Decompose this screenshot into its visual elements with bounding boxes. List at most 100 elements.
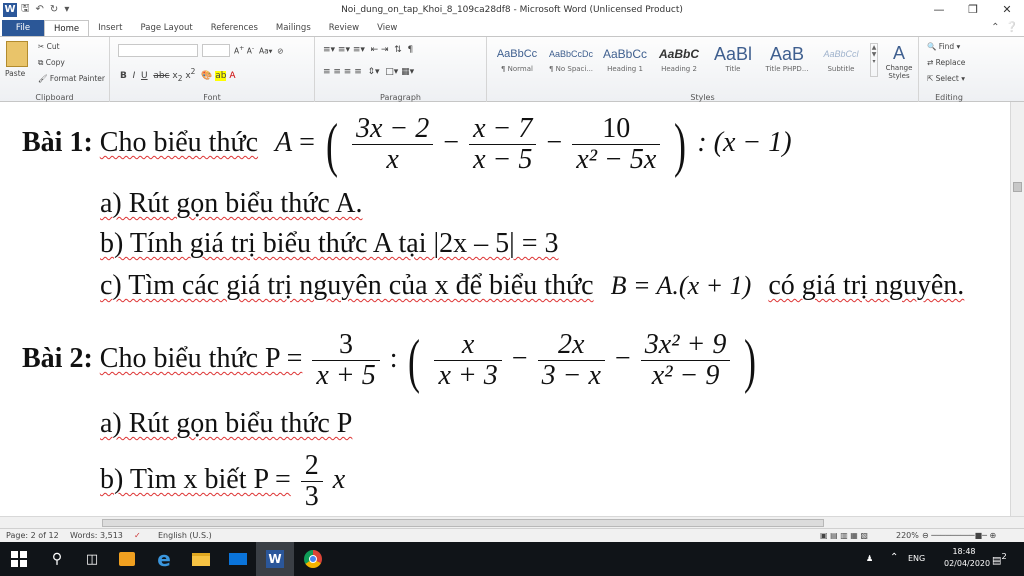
task-view-icon[interactable]: ◫ (73, 542, 111, 576)
store-icon[interactable] (108, 542, 146, 576)
language-indicator[interactable]: ENG (908, 554, 925, 563)
zoom-level[interactable]: 220% (896, 531, 919, 540)
font-size-select[interactable] (202, 44, 230, 57)
chrome-icon[interactable] (294, 542, 332, 576)
tab-page-layout[interactable]: Page Layout (132, 20, 202, 36)
style-sample: AaBbCc (496, 48, 538, 60)
fraction-b-den: 3 (300, 481, 323, 512)
format-painter-button[interactable]: 🖌 Format Painter (38, 74, 105, 83)
tab-insert[interactable]: Insert (89, 20, 131, 36)
redo-icon[interactable]: ↻ (50, 4, 58, 15)
expr-tail: : (x − 1) (697, 127, 792, 158)
change-styles-button[interactable]: A Change Styles (882, 43, 916, 80)
grow-shrink-font-buttons[interactable]: A+ A- Aa▾ ⊘ (234, 45, 283, 56)
fraction-b-num: 2 (304, 450, 319, 482)
undo-icon[interactable]: ↶ (36, 4, 44, 15)
fraction-g1: 3x + 5 (312, 330, 380, 391)
bold-italic-underline-buttons[interactable]: B I U abc x2 x2 🎨 ab A (120, 67, 236, 83)
customize-icon[interactable]: ▾ (64, 4, 69, 15)
minimize-icon[interactable]: — (922, 0, 956, 19)
windows-logo (11, 551, 27, 567)
word-icon[interactable]: W (256, 542, 294, 576)
proofing-icon[interactable]: ✓ (134, 531, 141, 540)
document-page[interactable]: Bài 1: Cho biểu thức A = ( 3x − 2x − x −… (0, 102, 1010, 516)
style-title[interactable]: AaBl Title (707, 43, 759, 77)
clock[interactable]: 18:48 02/04/2020 (944, 547, 990, 568)
minus-sign: − (511, 343, 528, 374)
paste-icon[interactable] (6, 41, 28, 67)
bai2-part-a: a) Rút gọn biểu thức P (100, 408, 353, 439)
fraction-b: 23 (300, 450, 323, 512)
tab-view[interactable]: View (368, 20, 406, 36)
fraction-1-den: x (351, 144, 434, 175)
styles-group: AaBbCc ¶ Normal AaBbCcDc ¶ No Spaci... AaB… (487, 37, 919, 103)
tray-chevron-icon[interactable]: ⌃ (890, 552, 898, 563)
fraction-g2: xx + 3 (434, 330, 502, 391)
file-explorer-icon[interactable] (182, 542, 220, 576)
fraction-2: x − 7x − 5 (469, 113, 537, 175)
tab-mailings[interactable]: Mailings (267, 20, 320, 36)
tab-references[interactable]: References (202, 20, 267, 36)
zoom-slider[interactable]: ⊖ ─────────■─ ⊕ (922, 531, 996, 540)
styles-label: Styles (690, 93, 715, 102)
restore-icon[interactable]: ❐ (956, 0, 990, 19)
copy-button[interactable]: ⧉ Copy (38, 58, 65, 68)
vertical-scrollbar[interactable] (1010, 102, 1024, 516)
bai1-part-a: a) Rút gọn biểu thức A. (100, 188, 363, 219)
style-subtitle[interactable]: AaBbCcl Subtitle (815, 43, 867, 77)
paste-button[interactable]: Paste (5, 69, 25, 78)
style-title-phpd[interactable]: AaB Title PHPD... (761, 43, 813, 77)
bai1-part-c: c) Tìm các giá trị nguyên của x để biểu … (100, 270, 964, 302)
replace-button[interactable]: ⇄ Replace (927, 58, 965, 67)
style-no-spacing[interactable]: AaBbCcDc ¶ No Spaci... (545, 43, 597, 77)
mail-icon[interactable] (219, 542, 257, 576)
tab-home[interactable]: Home (44, 20, 90, 36)
alignment-buttons[interactable]: ≡ ≡ ≡ ≡ ⇕▾ □▾ ▦▾ (323, 67, 414, 77)
help-icon[interactable]: ❔ (1006, 22, 1018, 33)
edge-icon[interactable]: e (145, 542, 183, 576)
search-icon[interactable]: ⚲ (38, 542, 76, 576)
cut-button[interactable]: ✂ Cut (38, 42, 60, 51)
close-paren: ) (674, 111, 687, 178)
bai2-line: Bài 2: Cho biểu thức P = 3x + 5 : ( xx +… (22, 324, 760, 394)
fraction-2-num: x − 7 (473, 113, 533, 145)
page-count[interactable]: Page: 2 of 12 (6, 531, 59, 540)
list-buttons[interactable]: ≡▾ ≡▾ ≡▾ ⇤ ⇥ ⇅ ¶ (323, 45, 413, 55)
styles-scroll-icon[interactable]: ▲ ▼ ▾ (870, 43, 878, 77)
word-count[interactable]: Words: 3,513 (70, 531, 123, 540)
close-icon[interactable]: ✕ (990, 0, 1024, 19)
bai1-line: Bài 1: Cho biểu thức A = ( 3x − 2x − x −… (22, 108, 792, 178)
language-status[interactable]: English (U.S.) (158, 531, 212, 540)
tab-review[interactable]: Review (320, 20, 368, 36)
clipboard-group: Paste ✂ Cut ⧉ Copy 🖌 Format Painter Clip… (0, 37, 110, 103)
bai1-part-c-pre: c) Tìm các giá trị nguyên của x để biểu … (100, 270, 594, 301)
word-app-icon[interactable]: W (3, 2, 17, 17)
vertical-scroll-thumb[interactable] (1013, 182, 1022, 192)
horizontal-scrollbar[interactable] (0, 516, 1024, 528)
notification-icon[interactable]: ▤2 (992, 551, 1007, 566)
style-name: Title PHPD... (765, 65, 809, 73)
style-heading-1[interactable]: AaBbCc Heading 1 (599, 43, 651, 77)
fraction-2-den: x − 5 (469, 144, 537, 175)
title-bar: W 🖫 ↶ ↻ ▾ Noi_dung_on_tap_Khoi_8_109ca28… (0, 0, 1024, 19)
style-heading-2[interactable]: AaBbC Heading 2 (653, 43, 705, 77)
windows-start-icon[interactable] (0, 542, 38, 576)
minus-sign: − (546, 127, 563, 158)
window-title: Noi_dung_on_tap_Khoi_8_109ca28df8 - Micr… (341, 4, 683, 15)
minus-sign: − (614, 343, 631, 374)
minimize-ribbon-icon[interactable]: ⌃ (991, 22, 999, 33)
fraction-3-num: 10 (602, 113, 631, 145)
find-button[interactable]: 🔍 Find ▾ (927, 42, 960, 51)
fraction-g4-num: 3x² + 9 (644, 329, 727, 361)
style-normal[interactable]: AaBbCc ¶ Normal (491, 43, 543, 77)
save-icon[interactable]: 🖫 (21, 1, 30, 18)
select-button[interactable]: ⇱ Select ▾ (927, 74, 965, 83)
people-icon[interactable]: ♟ (866, 554, 873, 563)
horizontal-scroll-thumb[interactable] (102, 519, 824, 527)
cut-label: Cut (46, 42, 60, 51)
tab-file[interactable]: File (2, 20, 44, 36)
bai1-part-c-post: có giá trị nguyên. (768, 270, 965, 301)
font-name-select[interactable] (118, 44, 198, 57)
view-buttons[interactable]: ▣ ▤ ▥ ▦ ▧ (820, 531, 868, 540)
fraction-g3-num: 2x (558, 329, 585, 361)
